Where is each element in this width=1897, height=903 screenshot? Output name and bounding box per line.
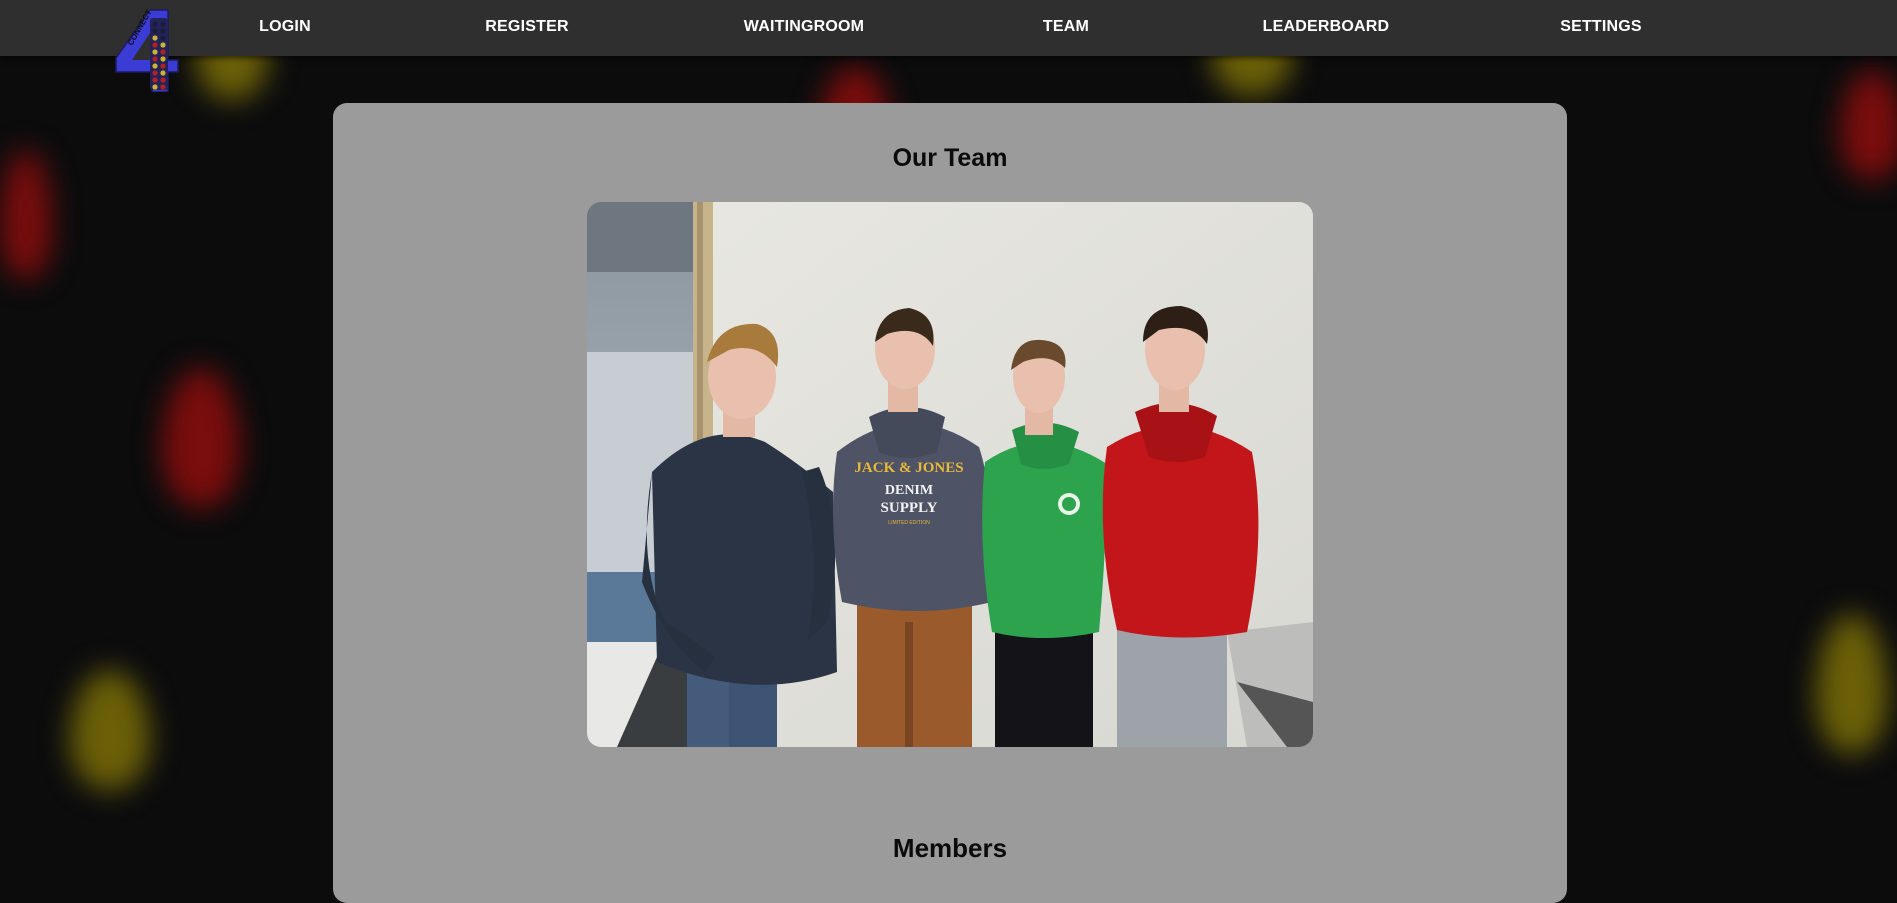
nav-settings-link[interactable]: SETTINGS — [1560, 18, 1642, 38]
shirt-print: SUPPLY — [881, 500, 938, 516]
blurred-light — [162, 368, 240, 508]
shirt-print: DENIM — [885, 483, 933, 498]
team-panel: Our Team — [333, 103, 1567, 903]
page-title: Our Team — [333, 144, 1567, 173]
blurred-light — [0, 150, 52, 280]
connect-four-logo-icon[interactable]: CONNECT — [112, 6, 184, 92]
team-photo: JACK & JONES DENIM SUPPLY LIMITED EDITIO… — [587, 202, 1313, 747]
members-heading: Members — [333, 833, 1567, 864]
top-navbar: LOGIN REGISTER WAITINGROOM TEAM LEADERBO… — [0, 0, 1897, 56]
shirt-print: LIMITED EDITION — [888, 520, 930, 526]
blurred-light — [1840, 70, 1897, 180]
blurred-light — [70, 670, 150, 790]
nav-login-link[interactable]: LOGIN — [259, 18, 311, 38]
nav-leaderboard-link[interactable]: LEADERBOARD — [1263, 18, 1390, 38]
nav-team-link[interactable]: TEAM — [1043, 18, 1089, 38]
shirt-print: JACK & JONES — [854, 460, 963, 476]
nav-waitingroom-link[interactable]: WAITINGROOM — [744, 18, 864, 38]
blurred-light — [1816, 614, 1888, 754]
nav-register-link[interactable]: REGISTER — [485, 18, 568, 38]
